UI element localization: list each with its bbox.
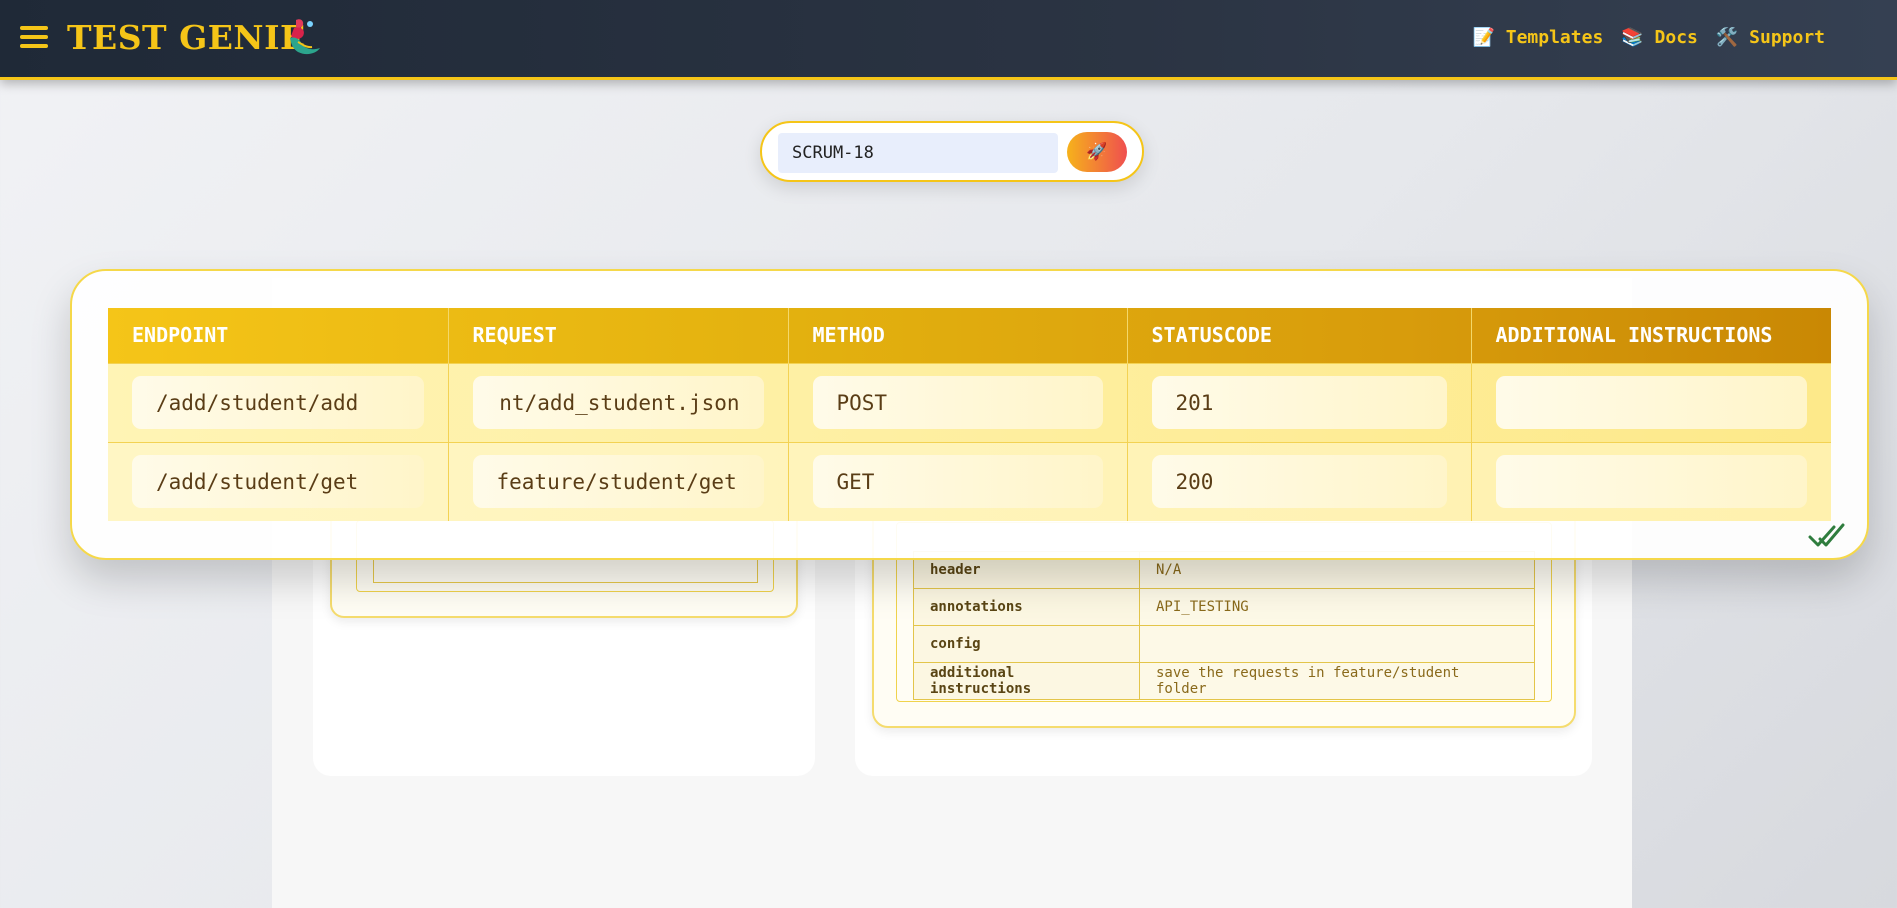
table-cell: nt/add_student.json <box>448 362 789 442</box>
property-value: save the requests in feature/student fol… <box>1139 662 1535 700</box>
endpoint-input[interactable]: /add/student/get <box>132 455 424 509</box>
table-row: /add/student/get feature/student/get GET… <box>108 441 1831 521</box>
table-row: config <box>913 625 1535 663</box>
property-value: API_TESTING <box>1139 588 1535 626</box>
table-cell: 200 <box>1127 441 1472 521</box>
table-row: annotations API_TESTING <box>913 588 1535 626</box>
statuscode-input[interactable]: 200 <box>1151 455 1447 509</box>
property-key: annotations <box>913 588 1140 626</box>
method-input[interactable]: POST <box>812 376 1103 429</box>
nav-docs-link[interactable]: 📚 Docs <box>1621 27 1698 48</box>
table-row: /add/student/add nt/add_student.json POS… <box>108 362 1831 442</box>
double-check-icon[interactable] <box>1808 521 1846 549</box>
table-cell: GET <box>788 441 1128 521</box>
ticket-search-bar: 🚀 <box>760 121 1144 182</box>
launch-button[interactable]: 🚀 <box>1067 132 1127 172</box>
api-endpoints-modal: ENDPOINT REQUEST METHOD STATUSCODE ADDIT… <box>70 269 1869 560</box>
additional-instructions-input[interactable] <box>1495 455 1807 509</box>
method-input[interactable]: GET <box>812 455 1103 509</box>
table-cell: /add/student/add <box>108 362 449 442</box>
nav-templates-link[interactable]: 📝 Templates <box>1473 27 1604 48</box>
property-key: additional instructions <box>913 662 1140 700</box>
request-input[interactable]: nt/add_student.json <box>472 376 764 429</box>
additional-instructions-input[interactable] <box>1495 376 1807 429</box>
column-header-statuscode: STATUSCODE <box>1127 308 1472 363</box>
column-header-additional-instructions: ADDITIONAL INSTRUCTIONS <box>1495 323 1773 348</box>
table-cell: POST <box>788 362 1128 442</box>
app-logo-text: TEST GENIE <box>67 18 306 57</box>
top-navbar: TEST GENIE 📝 Templates 📚 Docs 🛠️ Support <box>0 0 1897 80</box>
column-header-endpoint: ENDPOINT <box>108 308 449 363</box>
column-header-method: METHOD <box>788 308 1128 363</box>
table-row: additional instructions save the request… <box>913 662 1535 700</box>
table-cell: /add/student/get <box>108 441 449 521</box>
statuscode-input[interactable]: 201 <box>1151 376 1447 429</box>
endpoint-input[interactable]: /add/student/add <box>132 376 424 429</box>
table-cell <box>1471 441 1831 521</box>
api-endpoints-table: ENDPOINT REQUEST METHOD STATUSCODE ADDIT… <box>108 308 1831 521</box>
column-header-request: REQUEST <box>448 308 789 363</box>
ticket-id-input[interactable] <box>778 133 1058 173</box>
request-input[interactable]: feature/student/get <box>472 455 764 509</box>
table-header-row: ENDPOINT REQUEST METHOD STATUSCODE ADDIT… <box>108 308 1831 363</box>
genie-icon <box>290 19 320 55</box>
property-key: config <box>913 625 1140 663</box>
rocket-icon: 🚀 <box>1086 142 1108 162</box>
hamburger-menu-icon[interactable] <box>20 26 48 48</box>
top-nav-links: 📝 Templates 📚 Docs 🛠️ Support <box>1473 27 1826 48</box>
left-partial-row <box>373 559 758 583</box>
table-cell <box>1471 362 1831 442</box>
nav-support-link[interactable]: 🛠️ Support <box>1716 27 1825 48</box>
properties-table: header N/A annotations API_TESTING confi… <box>913 551 1535 700</box>
table-cell: feature/student/get <box>448 441 789 521</box>
table-cell: 201 <box>1127 362 1472 442</box>
property-value <box>1139 625 1535 663</box>
